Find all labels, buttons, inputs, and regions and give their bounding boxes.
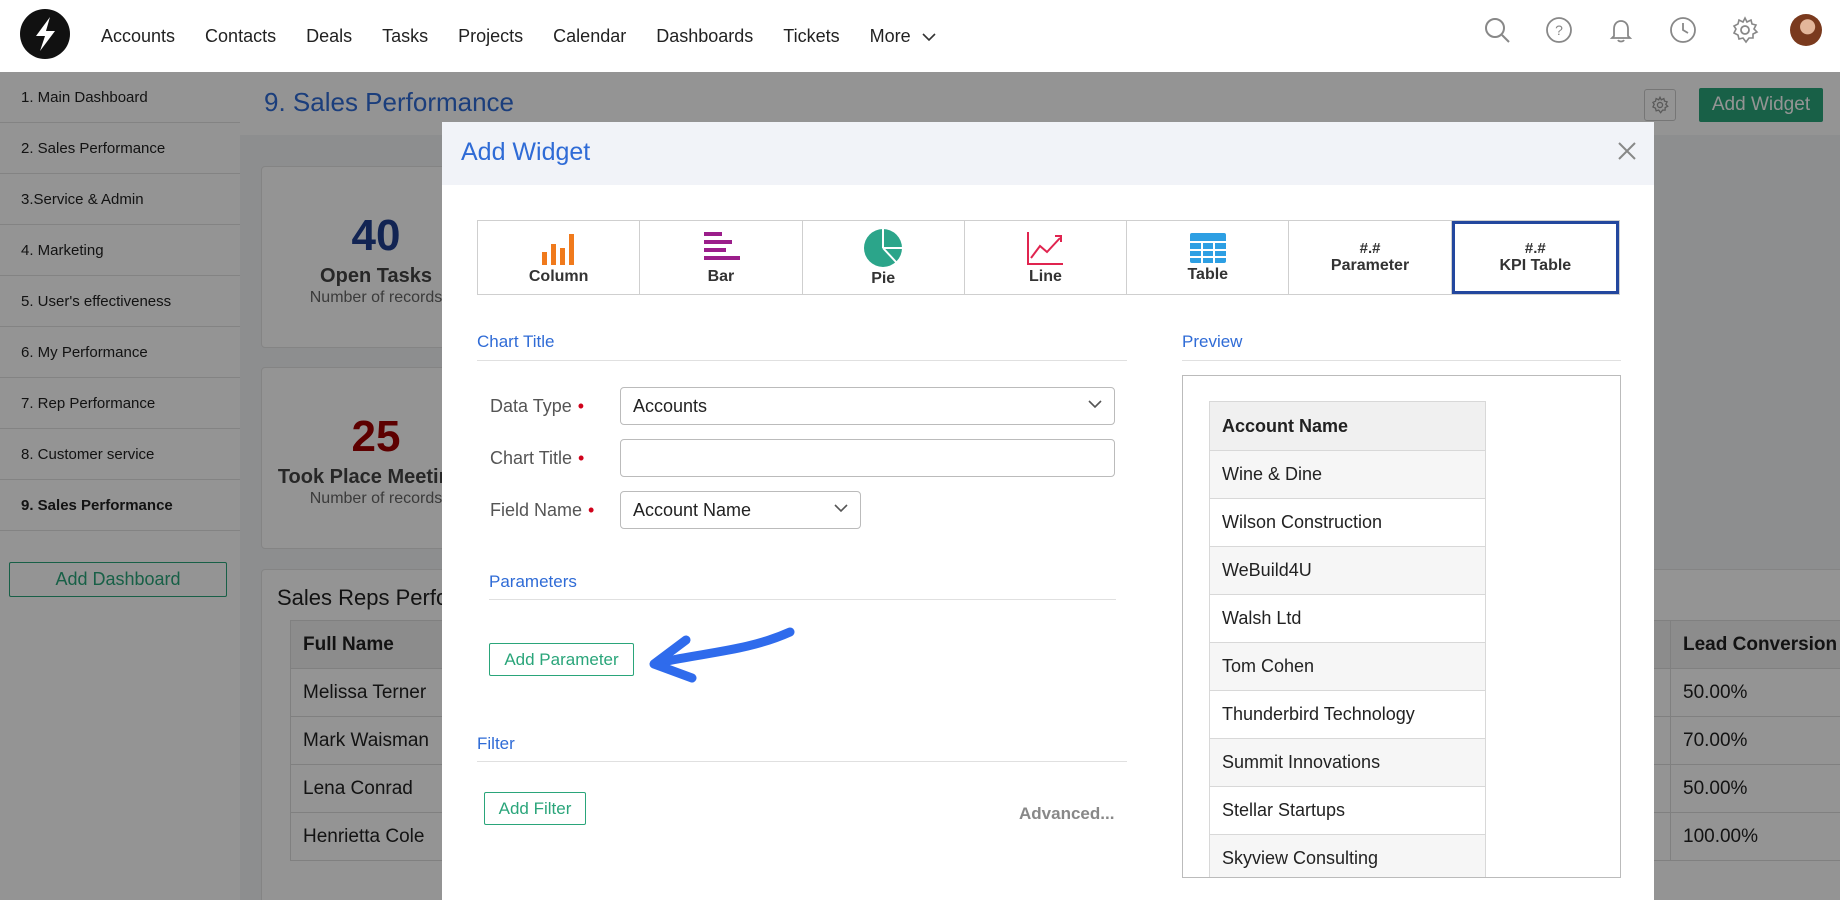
divider bbox=[1182, 360, 1621, 361]
gear-icon[interactable] bbox=[1730, 15, 1760, 45]
widget-type-label: Pie bbox=[871, 269, 896, 287]
nav-menu: Accounts Contacts Deals Tasks Projects C… bbox=[101, 0, 966, 72]
chevron-down-icon bbox=[922, 33, 936, 41]
widget-type-selector: Column Bar Pie Line Table #.# Parameter … bbox=[477, 220, 1620, 295]
app-logo[interactable] bbox=[20, 9, 70, 59]
nav-projects[interactable]: Projects bbox=[458, 26, 523, 47]
preview-panel: Account Name Wine & Dine Wilson Construc… bbox=[1182, 375, 1621, 878]
preview-row: Tom Cohen bbox=[1209, 642, 1486, 691]
search-icon[interactable] bbox=[1482, 15, 1512, 45]
preview-row: Walsh Ltd bbox=[1209, 594, 1486, 643]
preview-row: Stellar Startups bbox=[1209, 786, 1486, 835]
modal-title: Add Widget bbox=[461, 138, 591, 166]
filter-section-label: Filter bbox=[477, 734, 515, 753]
add-parameter-button[interactable]: Add Parameter bbox=[489, 643, 634, 676]
data-type-select[interactable]: Accounts bbox=[620, 387, 1115, 425]
hash-icon: #.# bbox=[1524, 240, 1546, 257]
nav-accounts[interactable]: Accounts bbox=[101, 26, 175, 47]
clock-icon[interactable] bbox=[1668, 15, 1698, 45]
chart-title-section-label: Chart Title bbox=[477, 332, 555, 351]
nav-contacts[interactable]: Contacts bbox=[205, 26, 276, 47]
preview-row: Skyview Consulting bbox=[1209, 834, 1486, 877]
advanced-link[interactable]: Advanced... bbox=[1019, 804, 1114, 824]
widget-type-line[interactable]: Line bbox=[965, 221, 1128, 294]
svg-text:?: ? bbox=[1555, 22, 1563, 38]
line-chart-icon bbox=[1027, 231, 1064, 265]
chevron-down-icon bbox=[1088, 400, 1102, 409]
bar-chart-icon bbox=[703, 231, 740, 260]
pie-chart-icon bbox=[864, 228, 903, 267]
widget-type-label: Line bbox=[1029, 267, 1062, 285]
widget-type-parameter[interactable]: #.# Parameter bbox=[1289, 221, 1452, 294]
preview-table: Account Name Wine & Dine Wilson Construc… bbox=[1209, 401, 1486, 877]
nav-more[interactable]: More bbox=[870, 26, 936, 47]
widget-type-table[interactable]: Table bbox=[1127, 221, 1290, 294]
table-icon bbox=[1189, 232, 1226, 263]
widget-type-label: Column bbox=[528, 267, 589, 285]
widget-type-pie[interactable]: Pie bbox=[803, 221, 965, 294]
close-icon[interactable] bbox=[1614, 138, 1640, 164]
preview-row: Summit Innovations bbox=[1209, 738, 1486, 787]
column-chart-icon bbox=[541, 233, 574, 265]
nav-dashboards[interactable]: Dashboards bbox=[656, 26, 753, 47]
widget-type-bar[interactable]: Bar bbox=[640, 221, 803, 294]
help-icon[interactable]: ? bbox=[1544, 15, 1574, 45]
hash-icon: #.# bbox=[1359, 240, 1381, 257]
nav-deals[interactable]: Deals bbox=[306, 26, 352, 47]
add-widget-modal: Add Widget Column Bar Pie Line Table #.#… bbox=[442, 122, 1654, 900]
avatar[interactable] bbox=[1790, 14, 1822, 46]
divider bbox=[477, 360, 1127, 361]
chevron-down-icon bbox=[834, 504, 848, 513]
annotation-arrow-icon bbox=[649, 627, 795, 683]
preview-column-header: Account Name bbox=[1209, 401, 1486, 451]
parameters-section-label: Parameters bbox=[489, 572, 577, 591]
widget-type-label: KPI Table bbox=[1499, 257, 1572, 274]
nav-tickets[interactable]: Tickets bbox=[783, 26, 839, 47]
divider bbox=[489, 599, 1116, 600]
preview-row: Wilson Construction bbox=[1209, 498, 1486, 547]
field-name-value: Account Name bbox=[633, 499, 752, 520]
preview-row: Wine & Dine bbox=[1209, 450, 1486, 499]
data-type-value: Accounts bbox=[633, 395, 708, 416]
top-nav: Accounts Contacts Deals Tasks Projects C… bbox=[0, 0, 1840, 72]
preview-row: Thunderbird Technology bbox=[1209, 690, 1486, 739]
nav-tasks[interactable]: Tasks bbox=[382, 26, 428, 47]
preview-row: WeBuild4U bbox=[1209, 546, 1486, 595]
nav-more-label: More bbox=[869, 25, 911, 46]
nav-icons: ? bbox=[1450, 14, 1822, 46]
widget-type-kpi-table[interactable]: #.# KPI Table bbox=[1451, 221, 1619, 294]
nav-calendar[interactable]: Calendar bbox=[553, 26, 626, 47]
field-name-select[interactable]: Account Name bbox=[620, 491, 861, 529]
chart-title-label: Chart Title • bbox=[490, 448, 585, 468]
chart-title-input[interactable] bbox=[620, 439, 1115, 477]
data-type-label: Data Type • bbox=[490, 396, 585, 416]
widget-type-label: Parameter bbox=[1330, 257, 1410, 274]
divider bbox=[477, 761, 1127, 762]
widget-type-column[interactable]: Column bbox=[478, 221, 641, 294]
add-filter-button[interactable]: Add Filter bbox=[484, 792, 586, 825]
widget-type-label: Table bbox=[1187, 265, 1229, 283]
field-name-label: Field Name • bbox=[490, 500, 595, 520]
widget-type-label: Bar bbox=[707, 267, 735, 285]
bell-icon[interactable] bbox=[1606, 15, 1636, 45]
modal-header: Add Widget bbox=[442, 122, 1654, 185]
preview-section-label: Preview bbox=[1182, 332, 1243, 351]
